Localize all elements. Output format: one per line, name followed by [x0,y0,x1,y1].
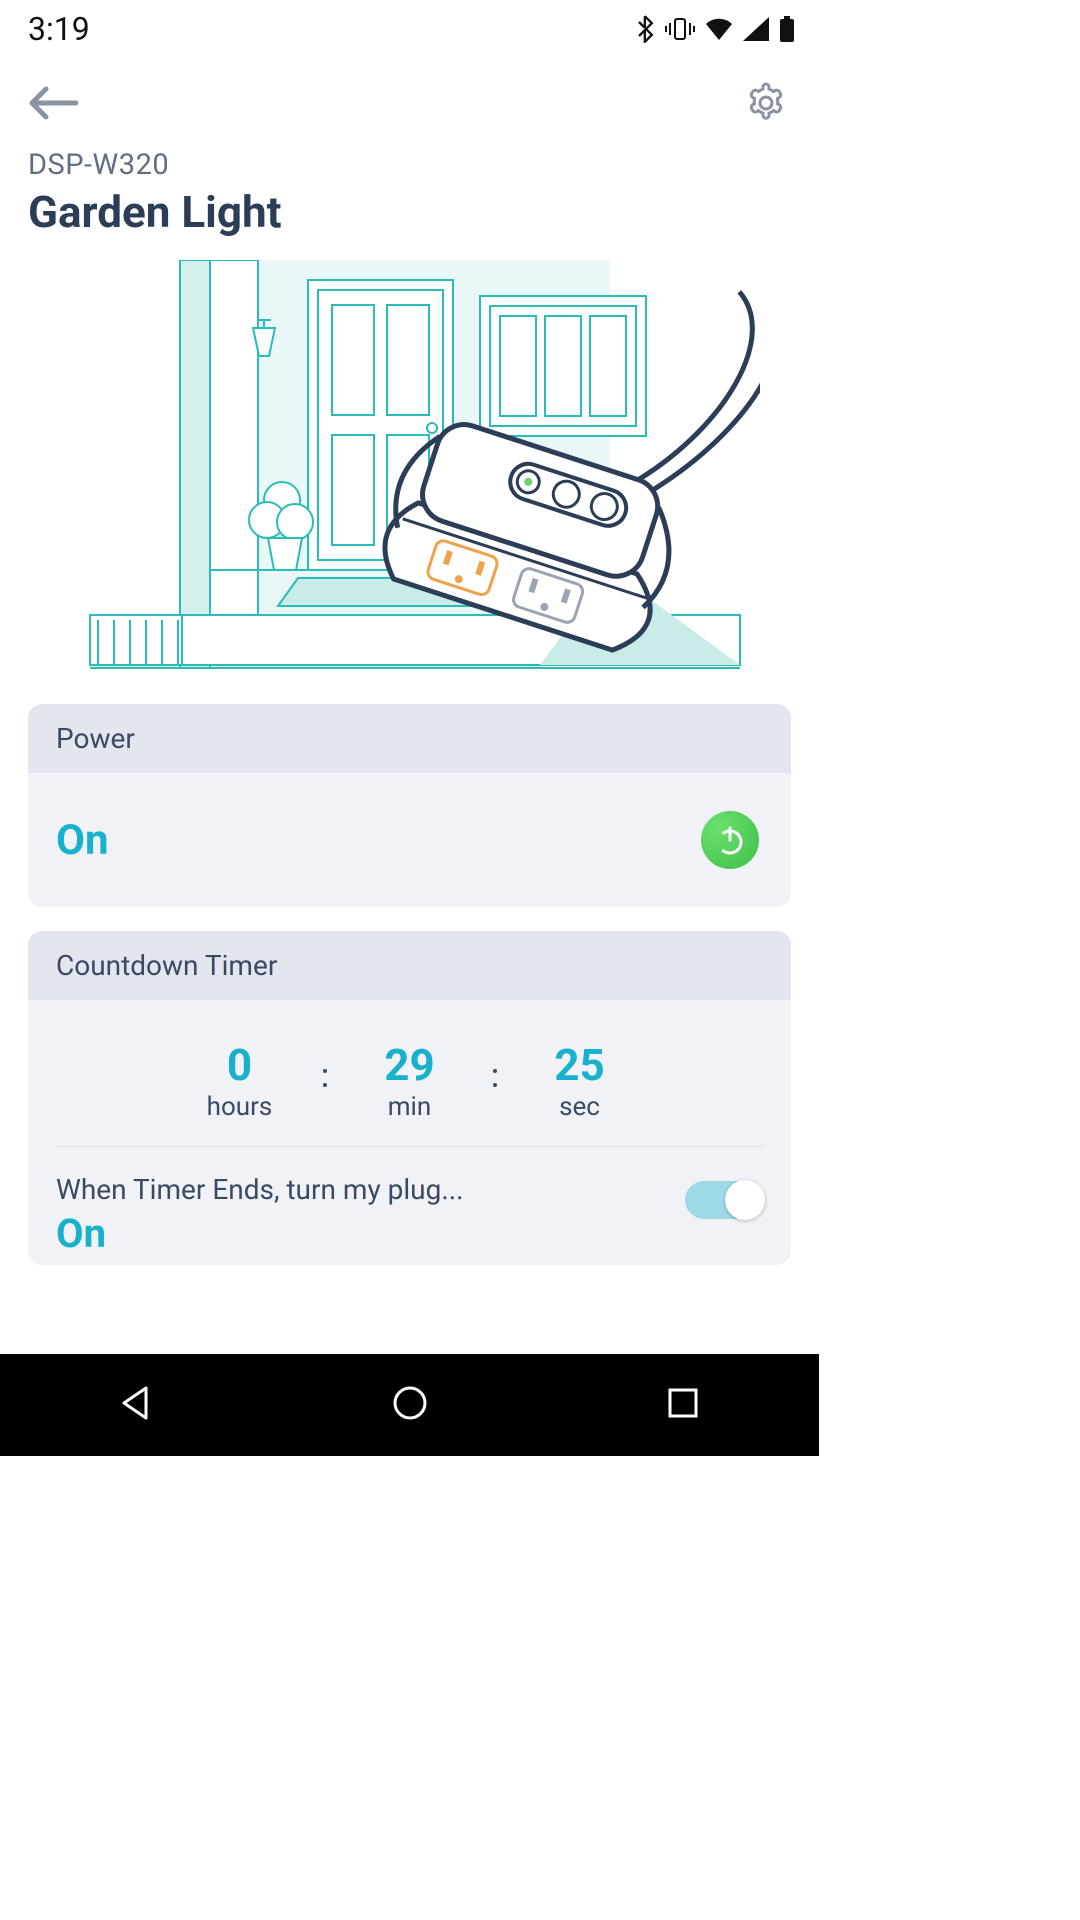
toggle-knob [725,1180,765,1220]
battery-icon [779,16,795,42]
device-illustration [0,238,819,680]
countdown-sec-label: sec [505,1092,655,1122]
power-state-label: On [56,816,109,865]
countdown-sec: 25 sec [505,1042,655,1122]
countdown-min: 29 min [335,1042,485,1122]
status-icons-cluster [637,15,795,43]
timer-action-label: When Timer Ends, turn my plug... [56,1173,463,1206]
status-time: 3:19 [28,10,90,48]
triangle-back-icon [116,1382,158,1424]
square-recents-icon [663,1383,703,1423]
timer-action-row: When Timer Ends, turn my plug... On [56,1147,763,1265]
power-icon [714,824,746,856]
power-toggle-button[interactable] [701,811,759,869]
nav-back-button[interactable] [116,1382,158,1428]
time-separator-icon [315,1069,335,1087]
countdown-card-title: Countdown Timer [28,931,791,1000]
arrow-left-icon [28,85,78,121]
bluetooth-icon [637,15,655,43]
countdown-hours-label: hours [165,1092,315,1122]
cellular-icon [743,17,769,41]
power-card: Power On [28,704,791,907]
nav-home-button[interactable] [389,1382,431,1428]
app-header [0,58,819,148]
countdown-card: Countdown Timer 0 hours 29 min 25 sec Wh… [28,931,791,1265]
countdown-sec-value: 25 [505,1042,655,1088]
timer-action-toggle[interactable] [685,1181,763,1219]
countdown-min-label: min [335,1092,485,1122]
nav-recents-button[interactable] [663,1383,703,1427]
timer-action-state: On [56,1210,463,1257]
device-model-id: DSP-W320 [28,148,791,182]
countdown-hours: 0 hours [165,1042,315,1122]
circle-home-icon [389,1382,431,1424]
gear-icon [744,81,788,125]
vibrate-icon [665,17,695,41]
status-bar: 3:19 [0,0,819,58]
android-navigation-bar [0,1354,819,1456]
title-area: DSP-W320 Garden Light [0,148,819,238]
settings-button[interactable] [741,78,791,128]
device-name: Garden Light [28,186,791,238]
power-card-body: On [28,773,791,907]
time-separator-icon [485,1069,505,1087]
countdown-min-value: 29 [335,1042,485,1088]
back-button[interactable] [28,78,78,128]
wifi-icon [705,18,733,40]
power-card-title: Power [28,704,791,773]
countdown-hours-value: 0 [165,1042,315,1088]
countdown-readout[interactable]: 0 hours 29 min 25 sec [56,1024,763,1147]
